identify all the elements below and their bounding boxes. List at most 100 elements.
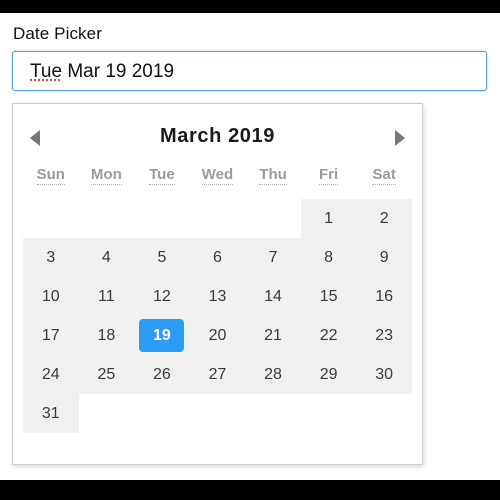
- calendar-header: March 2019: [13, 104, 422, 166]
- weekday-label: Sun: [36, 166, 65, 185]
- day-label: 24: [41, 365, 60, 383]
- day-label: 18: [97, 326, 116, 344]
- date-picker-label: Date Picker: [13, 24, 102, 43]
- day-cell[interactable]: 8: [300, 238, 357, 277]
- day-cell[interactable]: 10: [23, 277, 79, 316]
- day-label: 15: [319, 287, 338, 305]
- day-cell[interactable]: 29: [300, 355, 357, 394]
- letterbox-bottom: [0, 480, 500, 500]
- day-label: 5: [157, 248, 167, 266]
- day-label: 29: [319, 365, 338, 383]
- day-cell[interactable]: 20: [189, 316, 246, 355]
- day-label: 17: [41, 326, 60, 344]
- weekday-cell: Sat: [356, 166, 412, 199]
- day-label: 3: [46, 248, 56, 266]
- day-label: 7: [268, 248, 278, 266]
- letterbox-top: [0, 0, 500, 13]
- day-cell[interactable]: 24: [23, 355, 79, 394]
- day-label: 11: [98, 287, 115, 305]
- day-cell[interactable]: 25: [78, 355, 135, 394]
- weekday-cell: Wed: [190, 166, 246, 199]
- day-label: 4: [101, 248, 111, 266]
- day-label: 22: [319, 326, 338, 344]
- day-cell[interactable]: 11: [78, 277, 135, 316]
- day-label: 2: [379, 209, 389, 227]
- day-cell[interactable]: 9: [356, 238, 412, 277]
- day-label: 1: [324, 209, 334, 227]
- day-cell[interactable]: 23: [356, 316, 412, 355]
- day-cell[interactable]: 21: [245, 316, 301, 355]
- weekday-cell: Sun: [23, 166, 79, 199]
- day-cell-empty: [189, 394, 246, 433]
- date-input-value: Tue Mar 19 2019: [30, 61, 174, 83]
- day-cell[interactable]: 6: [189, 238, 246, 277]
- day-cell[interactable]: 26: [134, 355, 190, 394]
- day-cell-empty: [245, 199, 301, 238]
- day-label: 21: [264, 326, 282, 344]
- weekday-label: Fri: [319, 166, 339, 185]
- day-cell[interactable]: 16: [356, 277, 412, 316]
- calendar-grid: Sun Mon Tue Wed Thu Fri Sat 1 2 3 4 5 6 …: [23, 166, 412, 433]
- day-cell[interactable]: 27: [189, 355, 246, 394]
- weekday-label: Wed: [201, 166, 234, 185]
- day-cell[interactable]: 17: [23, 316, 79, 355]
- day-label: 10: [41, 287, 60, 305]
- next-month-arrow-icon[interactable]: [395, 130, 405, 146]
- weekday-cell: Fri: [301, 166, 357, 199]
- weekday-label: Tue: [149, 166, 175, 185]
- calendar-week-row: 24 25 26 27 28 29 30: [23, 355, 412, 394]
- day-cell[interactable]: 30: [356, 355, 412, 394]
- date-input[interactable]: Tue Mar 19 2019: [12, 51, 487, 91]
- day-label: 31: [41, 404, 60, 422]
- day-label: 14: [264, 287, 282, 305]
- day-cell[interactable]: 13: [189, 277, 246, 316]
- day-cell[interactable]: 15: [300, 277, 357, 316]
- calendar-week-row: 31: [23, 394, 412, 433]
- weekday-cell: Tue: [134, 166, 190, 199]
- day-cell[interactable]: 14: [245, 277, 301, 316]
- day-label: 12: [153, 287, 171, 305]
- date-input-value-misspelled-token: Tue: [30, 61, 63, 82]
- day-label: 8: [324, 248, 334, 266]
- day-cell[interactable]: 31: [23, 394, 79, 433]
- day-cell[interactable]: 2: [356, 199, 412, 238]
- day-cell[interactable]: 18: [78, 316, 135, 355]
- calendar-month-year-title: March 2019: [160, 125, 275, 147]
- calendar-week-row: 17 18 19 20 21 22 23: [23, 316, 412, 355]
- calendar-week-row: 1 2: [23, 199, 412, 238]
- day-label: 20: [208, 326, 227, 344]
- day-cell[interactable]: 22: [300, 316, 357, 355]
- day-label: 25: [97, 365, 116, 383]
- calendar-dropdown-panel: March 2019 Sun Mon Tue Wed Thu Fri Sat 1…: [12, 103, 423, 465]
- day-cell-empty: [245, 394, 301, 433]
- day-cell[interactable]: 4: [78, 238, 135, 277]
- selected-day-label: 19: [139, 319, 185, 352]
- day-cell[interactable]: 1: [300, 199, 357, 238]
- day-cell[interactable]: 28: [245, 355, 301, 394]
- day-cell-empty: [23, 199, 79, 238]
- day-label: 30: [375, 365, 394, 383]
- weekday-cell: Thu: [245, 166, 301, 199]
- day-label: 9: [379, 248, 389, 266]
- calendar-week-row: 10 11 12 13 14 15 16: [23, 277, 412, 316]
- day-label: 13: [208, 287, 227, 305]
- weekday-label: Mon: [90, 166, 122, 185]
- day-cell[interactable]: 7: [245, 238, 301, 277]
- weekday-label: Sat: [372, 166, 396, 185]
- day-cell-empty: [78, 199, 135, 238]
- day-cell-empty: [300, 394, 357, 433]
- weekday-cell: Mon: [79, 166, 135, 199]
- weekday-header-row: Sun Mon Tue Wed Thu Fri Sat: [23, 166, 412, 199]
- day-cell[interactable]: 5: [134, 238, 190, 277]
- day-cell-empty: [134, 394, 190, 433]
- calendar-week-row: 3 4 5 6 7 8 9: [23, 238, 412, 277]
- day-label: 26: [153, 365, 171, 383]
- day-label: 16: [375, 287, 394, 305]
- day-cell[interactable]: 3: [23, 238, 79, 277]
- date-input-value-rest: Mar 19 2019: [62, 61, 175, 82]
- weekday-label: Thu: [259, 166, 287, 185]
- day-cell[interactable]: 12: [134, 277, 190, 316]
- day-label: 27: [208, 365, 227, 383]
- day-cell-selected[interactable]: 19: [134, 316, 190, 355]
- page-body: Date Picker Tue Mar 19 2019 March 2019 S…: [0, 13, 500, 480]
